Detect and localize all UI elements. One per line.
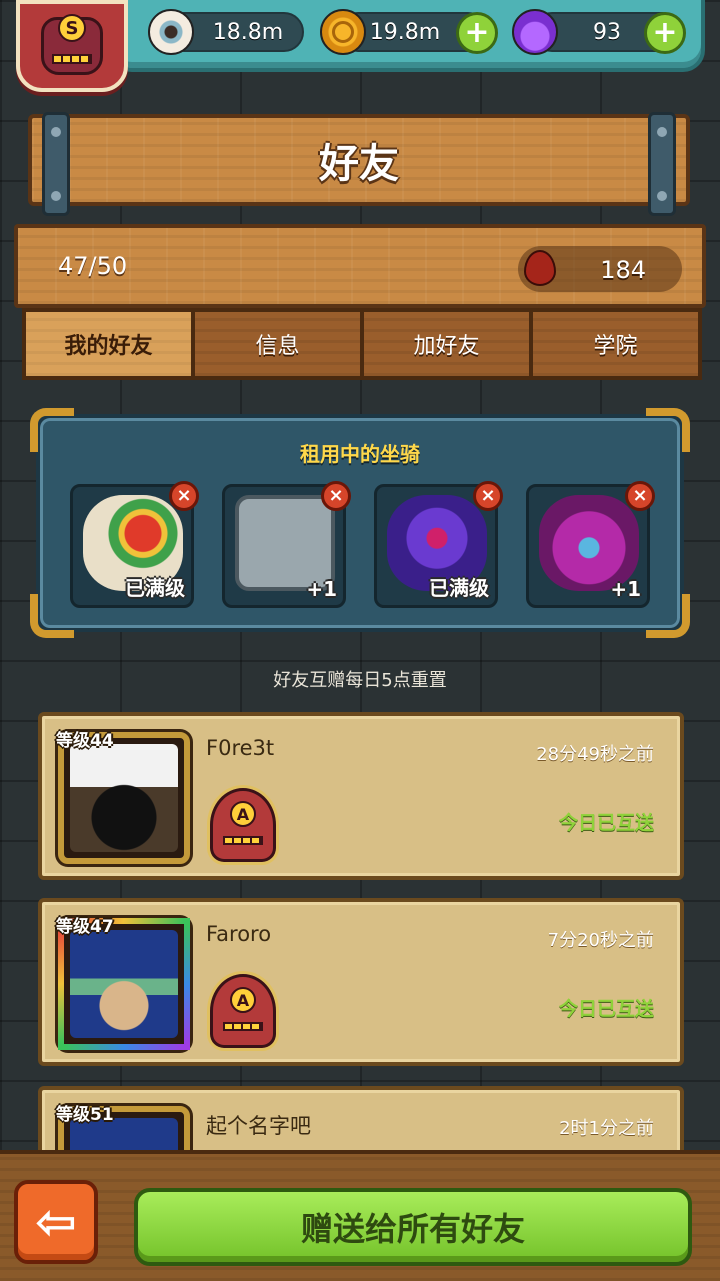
- last-online-time: 28分49秒之前: [536, 744, 654, 765]
- avatar[interactable]: [58, 732, 190, 864]
- friend-level: 等级47: [56, 917, 114, 937]
- friend-level: 等级44: [56, 731, 114, 751]
- rented-mounts-panel: 租用中的坐骑 × 已满级 × +1 × 已满级 × +1: [30, 408, 690, 638]
- friend-card[interactable]: 等级44 F0re3t 28分49秒之前 A 今日已互送: [38, 712, 684, 880]
- tab-my-friends[interactable]: 我的好友: [22, 308, 195, 380]
- mount-level-tag: 已满级: [429, 576, 489, 600]
- monster-face-icon: S: [41, 14, 103, 75]
- tab-add-friend[interactable]: 加好友: [360, 308, 533, 380]
- metal-bracket: [648, 112, 676, 216]
- gift-all-friends-button[interactable]: 赠送给所有好友: [134, 1188, 692, 1266]
- rank-emblem-icon: A: [210, 788, 276, 862]
- friend-level: 等级51: [56, 1105, 114, 1125]
- friend-count-bar: 47/50 184: [14, 224, 706, 308]
- last-online-time: 7分20秒之前: [547, 930, 654, 951]
- rented-mounts-title: 租用中的坐骑: [300, 442, 420, 466]
- player-avatar[interactable]: S: [16, 0, 128, 92]
- friend-name: Faroro: [206, 922, 272, 946]
- blood-drop-icon: [524, 250, 556, 286]
- back-button[interactable]: ⇦: [14, 1180, 98, 1264]
- fluffy-monster-portrait-icon: [70, 744, 178, 852]
- tab-academy[interactable]: 学院: [529, 308, 702, 380]
- friend-name: 起个名字吧: [206, 1114, 311, 1138]
- bottom-action-bar: ⇦ 赠送给所有好友: [0, 1150, 720, 1281]
- blood-value: 184: [600, 256, 646, 284]
- close-icon[interactable]: ×: [169, 481, 199, 511]
- player-rank-badge: S: [58, 14, 86, 42]
- friend-card[interactable]: 等级47 Faroro 7分20秒之前 A 今日已互送: [38, 898, 684, 1066]
- add-coins-button[interactable]: +: [456, 12, 498, 54]
- plus-icon: +: [464, 15, 490, 50]
- gift-status: 今日已互送: [558, 812, 654, 834]
- friend-rank-letter: A: [230, 801, 256, 827]
- avatar[interactable]: [58, 918, 190, 1050]
- friend-tabs: 我的好友 信息 加好友 学院: [22, 308, 702, 380]
- mount-level-tag: 已满级: [125, 576, 185, 600]
- tab-messages[interactable]: 信息: [191, 308, 364, 380]
- title-plank: 好友: [28, 112, 690, 216]
- friend-count: 47/50: [58, 252, 128, 280]
- daily-reset-note: 好友互赠每日5点重置: [273, 670, 447, 691]
- last-online-time: 2时1分之前: [559, 1118, 654, 1139]
- mount-slot[interactable]: × 已满级: [70, 481, 199, 608]
- friend-rank-letter: A: [230, 987, 256, 1013]
- police-officer-portrait-icon: [70, 930, 178, 1038]
- metal-bracket: [42, 112, 70, 216]
- potion-icon: [512, 9, 558, 55]
- mount-slot[interactable]: × +1: [222, 481, 351, 608]
- rank-emblem-icon: A: [210, 974, 276, 1048]
- blood-counter: 184: [518, 246, 682, 292]
- friend-name: F0re3t: [206, 736, 275, 760]
- close-icon[interactable]: ×: [625, 481, 655, 511]
- gift-status: 今日已互送: [558, 998, 654, 1020]
- mount-slot[interactable]: × +1: [526, 481, 655, 608]
- resource-bar: 18.8m 19.8m + 93 +: [110, 0, 705, 72]
- page-title: 好友: [319, 141, 399, 187]
- eyeball-icon: [148, 9, 194, 55]
- add-potions-button[interactable]: +: [644, 12, 686, 54]
- close-icon[interactable]: ×: [321, 481, 351, 511]
- coin-icon: [320, 9, 366, 55]
- mount-slot[interactable]: × 已满级: [374, 481, 503, 608]
- close-icon[interactable]: ×: [473, 481, 503, 511]
- back-arrow-icon: ⇦: [35, 1193, 77, 1251]
- mount-level-tag: +1: [610, 577, 641, 601]
- plus-icon: +: [652, 15, 678, 50]
- mount-level-tag: +1: [306, 577, 337, 601]
